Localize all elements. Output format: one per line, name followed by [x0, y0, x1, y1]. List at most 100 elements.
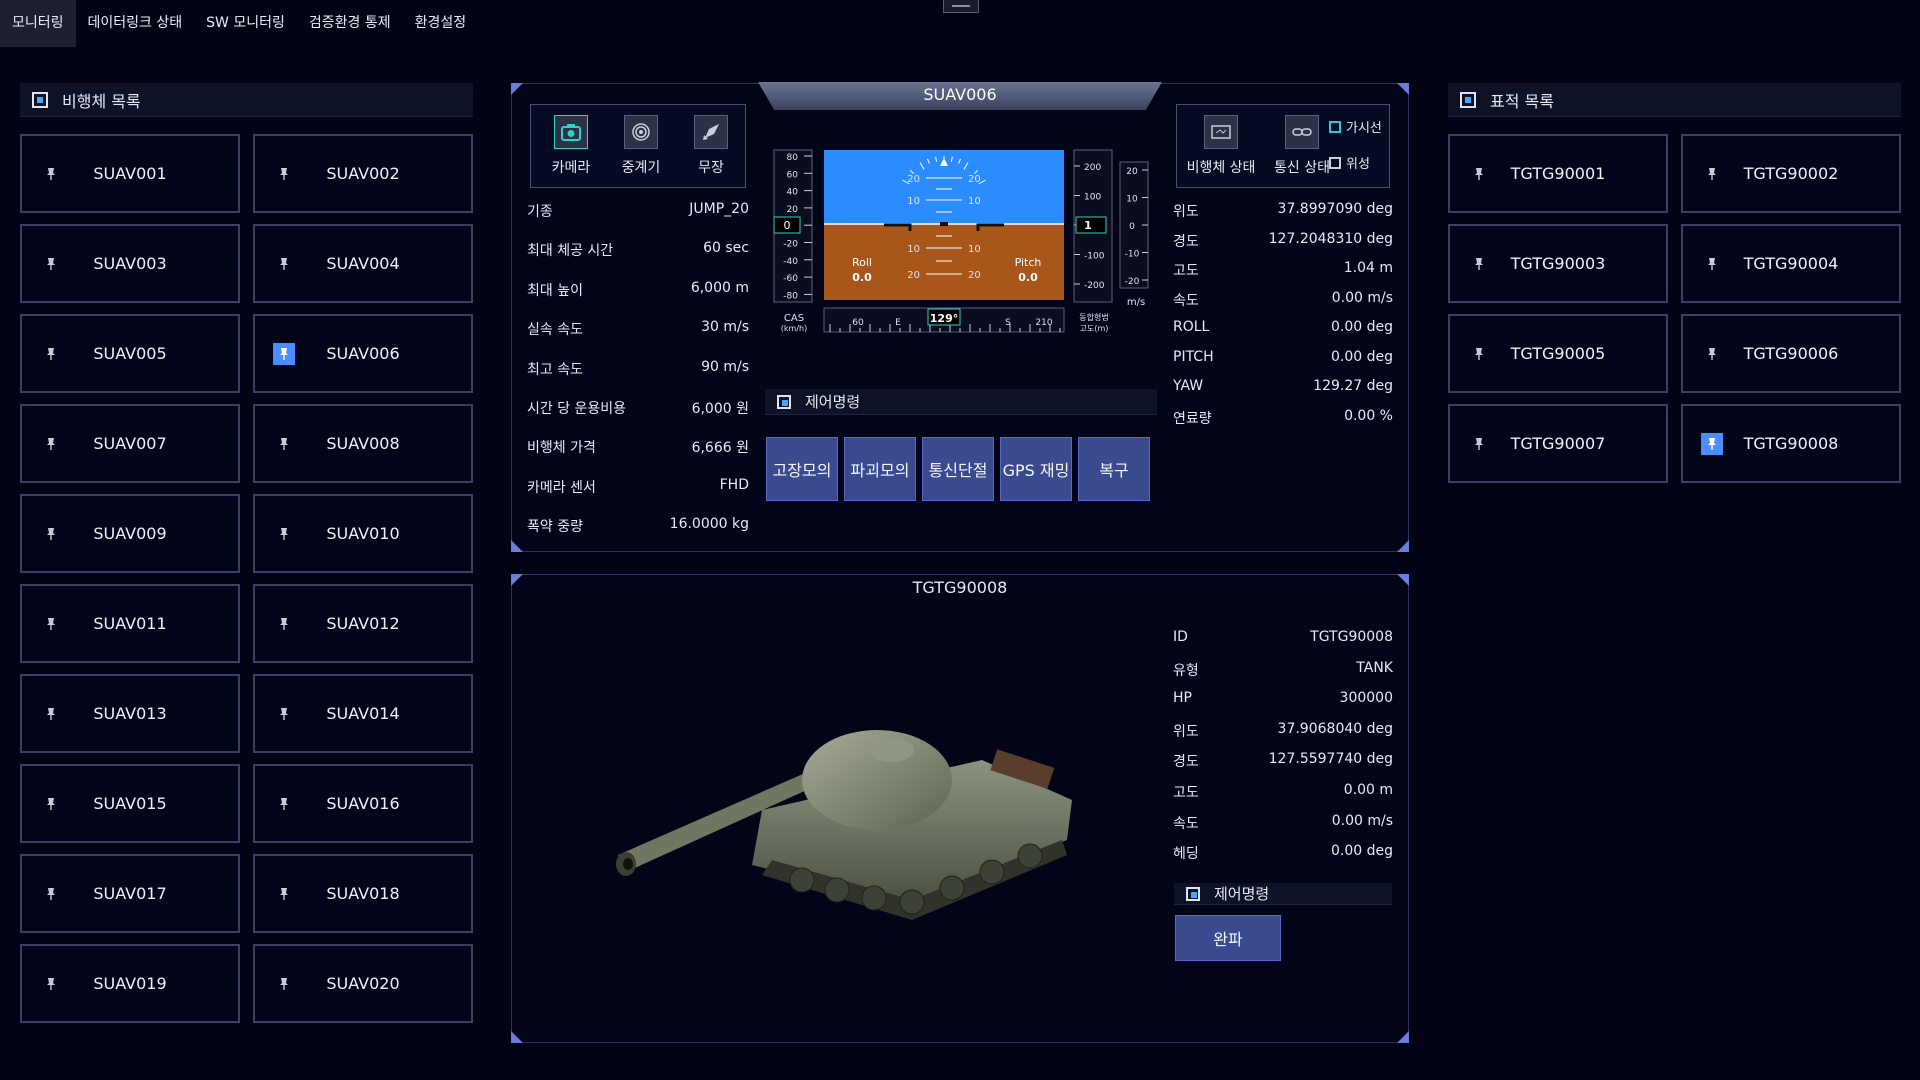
uav-control-title: 제어명령 [805, 393, 861, 411]
list-tile[interactable]: SUAV014 [253, 674, 473, 753]
tool-comm-status[interactable]: 통신 상태 [1267, 115, 1337, 177]
pitch-value: 0.0 [1018, 271, 1038, 284]
tile-label: TGTG90007 [1510, 434, 1606, 453]
list-tile[interactable]: TGTG90003 [1448, 224, 1668, 303]
destroy-button[interactable]: 완파 [1175, 915, 1281, 961]
list-tile[interactable]: SUAV013 [20, 674, 240, 753]
list-tile[interactable]: SUAV004 [253, 224, 473, 303]
info-row: 고도 1.04 m [1173, 260, 1393, 280]
list-tile[interactable]: SUAV006 [253, 314, 473, 393]
tank-model-view[interactable] [612, 690, 1082, 930]
list-tile[interactable]: SUAV018 [253, 854, 473, 933]
list-tile[interactable]: SUAV011 [20, 584, 240, 663]
list-tile[interactable]: TGTG90001 [1448, 134, 1668, 213]
uav-grid: SUAV001 SUAV002 SUAV003 SUAV004 SUAV005 SUAV0… [20, 134, 473, 1023]
list-tile[interactable]: SUAV015 [20, 764, 240, 843]
list-tile[interactable]: TGTG90005 [1448, 314, 1668, 393]
info-row: 위도 37.8997090 deg [1173, 201, 1393, 221]
pin-icon[interactable] [40, 523, 62, 545]
list-tile[interactable]: SUAV008 [253, 404, 473, 483]
pin-icon[interactable] [273, 703, 295, 725]
tool-weapon[interactable]: 무장 [681, 115, 741, 177]
menu-datalink[interactable]: 데이터링크 상태 [76, 0, 195, 47]
list-tile[interactable]: SUAV003 [20, 224, 240, 303]
pin-icon[interactable] [40, 703, 62, 725]
pin-icon[interactable] [40, 163, 62, 185]
list-tile[interactable]: SUAV005 [20, 314, 240, 393]
info-value: 300000 [1339, 690, 1393, 707]
pin-icon[interactable] [40, 253, 62, 275]
menu-verification[interactable]: 검증환경 통제 [297, 0, 403, 47]
pin-icon[interactable] [1468, 253, 1490, 275]
pin-icon[interactable] [273, 793, 295, 815]
list-icon [32, 91, 48, 108]
pin-icon[interactable] [273, 883, 295, 905]
tool-comm-status-label: 통신 상태 [1274, 160, 1330, 176]
pin-icon[interactable] [273, 523, 295, 545]
pin-icon[interactable] [273, 342, 295, 365]
tool-uav-status[interactable]: 비행체 상태 [1181, 115, 1261, 177]
pin-icon[interactable] [273, 253, 295, 275]
list-tile[interactable]: TGTG90004 [1681, 224, 1901, 303]
list-tile[interactable]: SUAV010 [253, 494, 473, 573]
pin-icon[interactable] [273, 973, 295, 995]
command-button[interactable]: 복구 [1078, 437, 1150, 501]
pin-icon[interactable] [1701, 163, 1723, 185]
list-tile[interactable]: SUAV016 [253, 764, 473, 843]
list-tile[interactable]: SUAV017 [20, 854, 240, 933]
list-tile[interactable]: SUAV001 [20, 134, 240, 213]
option-line-of-sight[interactable]: 가시선 [1329, 117, 1382, 136]
primary-flight-display: 806040200-20-40-60-80 0 CAS (km/h) 20201… [773, 149, 1149, 333]
pin-icon[interactable] [40, 793, 62, 815]
satellite-checkbox[interactable] [1329, 156, 1341, 169]
pin-icon[interactable] [40, 613, 62, 635]
pin-icon[interactable] [40, 973, 62, 995]
pin-icon[interactable] [273, 433, 295, 455]
list-tile[interactable]: TGTG90007 [1448, 404, 1668, 483]
info-key: 고도 [1173, 785, 1199, 801]
pin-icon[interactable] [40, 883, 62, 905]
cas-label: CAS [784, 313, 804, 324]
tool-relay[interactable]: 중계기 [611, 115, 671, 177]
los-checkbox[interactable] [1329, 120, 1341, 133]
command-button[interactable]: 고장모의 [766, 437, 838, 501]
command-button[interactable]: GPS 재밍 [1000, 437, 1072, 501]
menu-sw-monitoring[interactable]: SW 모니터링 [194, 0, 297, 47]
list-tile[interactable]: TGTG90002 [1681, 134, 1901, 213]
drag-handle[interactable] [943, 0, 979, 13]
tile-label: SUAV008 [326, 434, 400, 453]
menu-settings[interactable]: 환경설정 [403, 0, 479, 47]
pin-icon[interactable] [40, 433, 62, 455]
pin-icon[interactable] [1468, 433, 1490, 455]
tile-label: TGTG90005 [1510, 344, 1606, 363]
tile-label: SUAV017 [93, 884, 167, 903]
list-tile[interactable]: TGTG90008 [1681, 404, 1901, 483]
roll-label: Roll [852, 256, 872, 269]
command-button[interactable]: 파괴모의 [844, 437, 916, 501]
option-satellite[interactable]: 위성 [1329, 153, 1370, 172]
pin-icon[interactable] [1701, 343, 1723, 365]
pin-icon[interactable] [1701, 253, 1723, 275]
pin-icon[interactable] [40, 343, 62, 365]
menu-monitoring[interactable]: 모니터링 [0, 0, 76, 47]
list-tile[interactable]: SUAV007 [20, 404, 240, 483]
info-value: 129.27 deg [1313, 378, 1393, 394]
pin-icon[interactable] [1468, 343, 1490, 365]
tool-camera[interactable]: 카메라 [541, 115, 601, 177]
pin-icon[interactable] [273, 613, 295, 635]
command-button[interactable]: 통신단절 [922, 437, 994, 501]
list-tile[interactable]: TGTG90006 [1681, 314, 1901, 393]
uav-panel-title: SUAV006 [758, 82, 1162, 110]
pin-icon[interactable] [273, 163, 295, 185]
list-tile[interactable]: SUAV002 [253, 134, 473, 213]
list-tile[interactable]: SUAV012 [253, 584, 473, 663]
info-key: YAW [1173, 378, 1204, 394]
list-tile[interactable]: SUAV009 [20, 494, 240, 573]
info-key: 시간 당 운용비용 [527, 401, 627, 417]
list-tile[interactable]: SUAV019 [20, 944, 240, 1023]
pin-icon[interactable] [1468, 163, 1490, 185]
status-tools: 비행체 상태 통신 상태 가시선 위성 [1176, 104, 1390, 188]
pin-icon[interactable] [1701, 432, 1723, 455]
info-row: 연료량 0.00 % [1173, 408, 1393, 428]
list-tile[interactable]: SUAV020 [253, 944, 473, 1023]
